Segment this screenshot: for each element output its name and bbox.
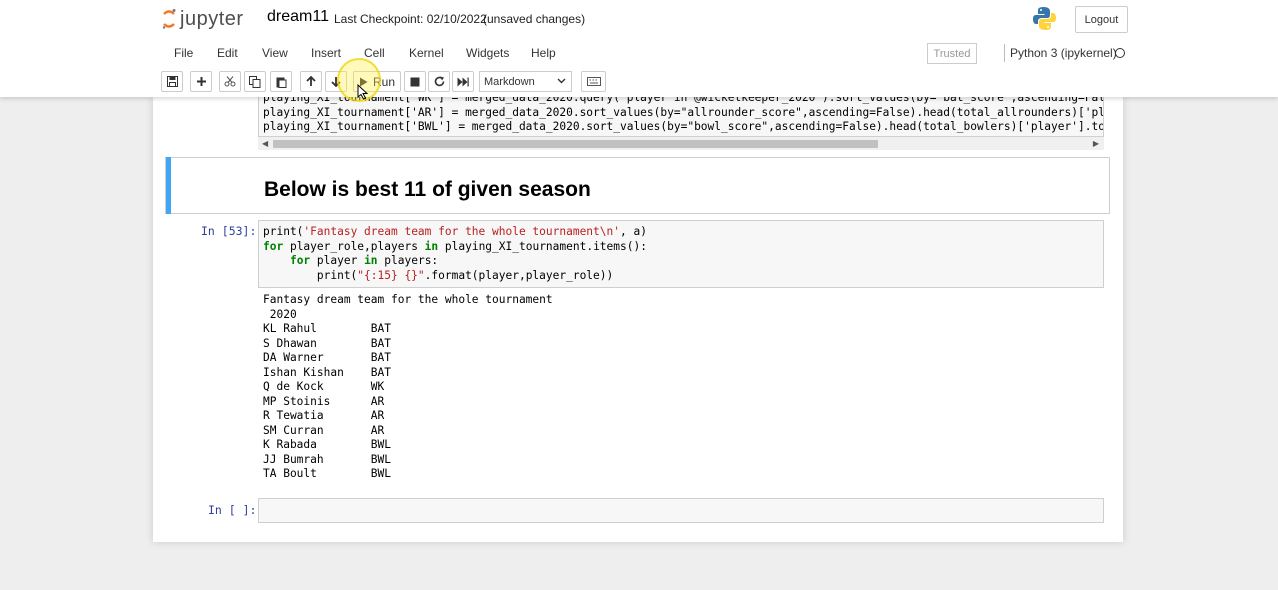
scroll-right-icon[interactable]: ▶ xyxy=(1093,139,1099,148)
chevron-down-icon xyxy=(557,78,566,84)
empty-input-prompt: In [ ]: xyxy=(208,503,257,517)
jupyter-logo[interactable]: jupyter xyxy=(162,6,244,32)
code-line: for player in players: xyxy=(289,254,439,267)
menu-file[interactable]: File xyxy=(174,46,193,60)
markdown-cell[interactable]: Below is best 11 of given season xyxy=(165,157,1110,214)
previous-code-cell[interactable]: playing_XI_tournament['WK'] = merged_dat… xyxy=(258,91,1104,137)
menu-insert[interactable]: Insert xyxy=(311,46,341,60)
menu-cell[interactable]: Cell xyxy=(364,46,385,60)
output-line: R Tewatia AR xyxy=(263,409,385,422)
output-line: TA Boult BWL xyxy=(263,467,391,480)
kernel-idle-indicator-icon xyxy=(1115,48,1125,58)
cell-type-value: Markdown xyxy=(484,75,535,88)
output-line: K Rabada BWL xyxy=(263,438,391,451)
output-line: Q de Kock WK xyxy=(263,380,385,393)
kernel-name[interactable]: Python 3 (ipykernel) xyxy=(1010,46,1117,60)
empty-code-cell[interactable] xyxy=(258,498,1104,523)
output-line: DA Warner BAT xyxy=(263,351,391,364)
command-palette-button[interactable] xyxy=(581,71,606,92)
header-top: jupyter dream11 Last Checkpoint: 02/10/2… xyxy=(0,0,1278,40)
copy-button[interactable] xyxy=(244,71,266,92)
scrollbar-thumb[interactable] xyxy=(273,140,878,148)
python-logo-icon xyxy=(1032,6,1057,36)
output-line: S Dhawan BAT xyxy=(263,336,391,350)
trusted-badge[interactable]: Trusted xyxy=(927,43,977,64)
code-line: print("{:15} {}".format(player,player_ro… xyxy=(263,268,614,282)
arrow-up-icon xyxy=(306,76,316,86)
kernel-divider xyxy=(1004,44,1005,62)
output-line: SM Curran AR xyxy=(263,423,385,437)
menu-view[interactable]: View xyxy=(262,46,288,60)
scissors-icon xyxy=(224,76,236,87)
notebook-name[interactable]: dream11 xyxy=(267,8,329,26)
prev-code-line: playing_XI_tournament['AR'] = merged_dat… xyxy=(263,105,1104,119)
output-line: 2020 xyxy=(263,307,297,321)
input-prompt: In [53]: xyxy=(201,224,257,238)
markdown-heading: Below is best 11 of given season xyxy=(264,178,591,201)
code-cell-input[interactable]: print('Fantasy dream team for the whole … xyxy=(258,220,1104,288)
horizontal-scrollbar[interactable]: ◀ ▶ xyxy=(258,137,1104,150)
menu-edit[interactable]: Edit xyxy=(217,46,238,60)
output-line: MP Stoinis AR xyxy=(263,394,385,408)
fast-forward-icon xyxy=(457,77,469,86)
jupyter-logo-icon xyxy=(162,9,176,29)
cell-type-select[interactable]: Markdown xyxy=(479,71,572,92)
prev-code-line: playing_XI_tournament['BWL'] = merged_da… xyxy=(263,120,1104,133)
keyboard-icon xyxy=(586,77,601,86)
output-line: Ishan Kishan BAT xyxy=(263,365,391,379)
paste-button[interactable] xyxy=(270,71,292,92)
checkpoint-status: Last Checkpoint: 02/10/2022 xyxy=(334,12,487,26)
menu-widgets[interactable]: Widgets xyxy=(466,46,509,60)
logo-text: jupyter xyxy=(180,7,244,30)
toolbar: Run xyxy=(0,68,1278,96)
save-icon xyxy=(166,76,178,87)
stop-icon xyxy=(410,77,420,86)
run-label: Run xyxy=(372,74,395,89)
output-line: JJ Bumrah BWL xyxy=(263,452,391,466)
code-line: for player_role,players in playing_XI_to… xyxy=(263,239,647,253)
paste-icon xyxy=(276,77,286,88)
move-down-button[interactable] xyxy=(325,71,347,92)
output-line: Fantasy dream team for the whole tournam… xyxy=(263,293,553,306)
unsaved-status: (unsaved changes) xyxy=(483,12,586,26)
cut-button[interactable] xyxy=(219,71,241,92)
logout-button[interactable]: Logout xyxy=(1075,6,1128,33)
plus-icon xyxy=(196,77,206,86)
save-button[interactable] xyxy=(161,71,183,92)
selected-cell-indicator xyxy=(166,157,171,214)
menu-kernel[interactable]: Kernel xyxy=(409,46,444,60)
cell-output: Fantasy dream team for the whole tournam… xyxy=(263,293,553,482)
insert-cell-button[interactable] xyxy=(190,71,212,92)
notebook-header: jupyter dream11 Last Checkpoint: 02/10/2… xyxy=(0,0,1278,97)
move-up-button[interactable] xyxy=(300,71,322,92)
arrow-down-icon xyxy=(331,77,341,87)
restart-button[interactable] xyxy=(428,71,450,92)
output-line: KL Rahul BAT xyxy=(263,322,391,335)
code-line: print('Fantasy dream team for the whole … xyxy=(263,225,647,238)
scroll-left-icon[interactable]: ◀ xyxy=(262,139,268,148)
restart-run-all-button[interactable] xyxy=(452,71,474,92)
mouse-cursor-icon xyxy=(357,84,369,100)
restart-icon xyxy=(434,76,444,87)
interrupt-button[interactable] xyxy=(404,71,426,92)
notebook-container: playing_XI_tournament['WK'] = merged_dat… xyxy=(153,91,1123,542)
copy-icon xyxy=(249,75,261,88)
menu-help[interactable]: Help xyxy=(531,46,556,60)
